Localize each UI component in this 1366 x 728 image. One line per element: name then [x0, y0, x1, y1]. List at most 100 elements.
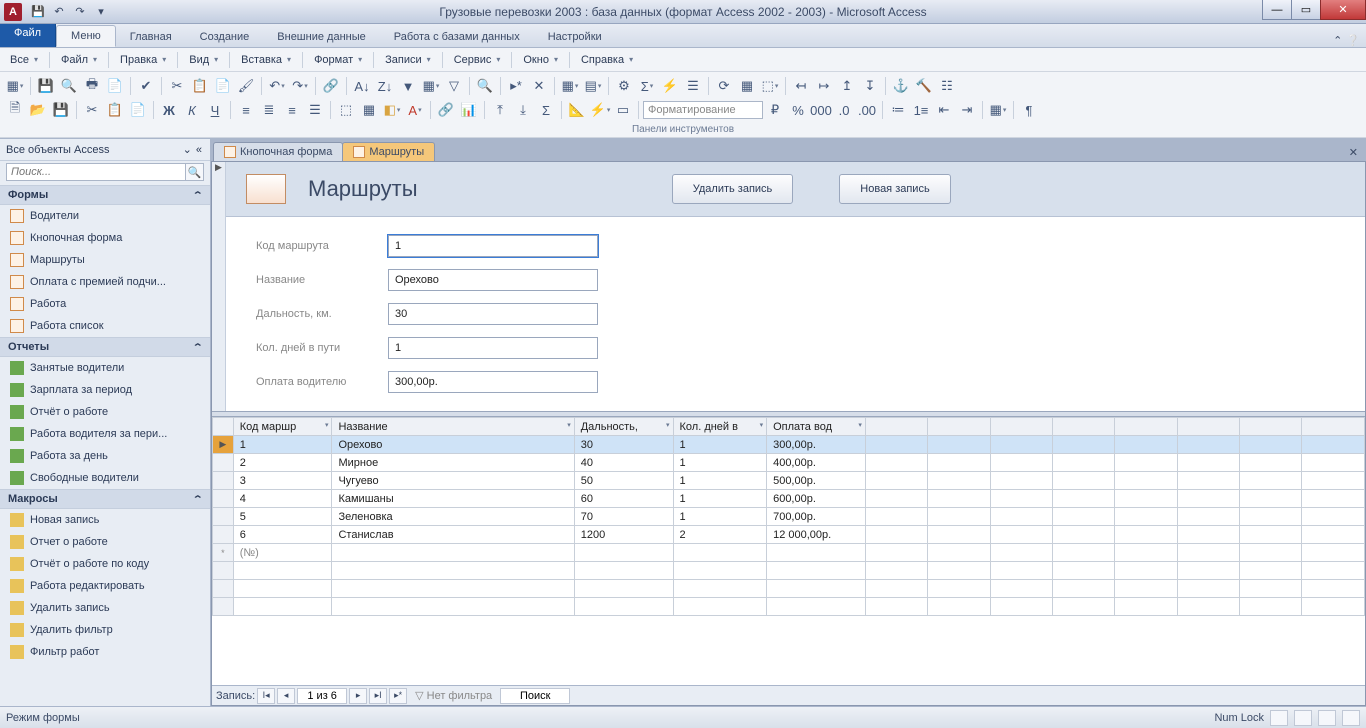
grid-cell-empty[interactable] — [1177, 472, 1239, 490]
recnav-first-button[interactable]: I◂ — [257, 688, 275, 704]
grid-cell-empty[interactable] — [1302, 436, 1365, 454]
column-header-empty[interactable] — [1240, 418, 1302, 436]
column-header-empty[interactable] — [990, 418, 1052, 436]
grid-cell-empty[interactable] — [928, 436, 990, 454]
grid-cell-empty[interactable] — [1052, 490, 1114, 508]
nav-item[interactable]: Маршруты — [0, 249, 210, 271]
grid-cell-empty[interactable] — [1115, 436, 1177, 454]
sortaz-button[interactable]: ⤒ — [489, 99, 511, 121]
view-design-icon[interactable] — [1342, 710, 1360, 726]
nav-header[interactable]: Все объекты Access ⌄ « — [0, 139, 210, 161]
view-button[interactable]: ▦ — [4, 75, 26, 97]
toggle-filter-button[interactable]: ▽ — [443, 75, 465, 97]
nav-item[interactable]: Работа редактировать — [0, 575, 210, 597]
nav-item[interactable]: Работа за день — [0, 445, 210, 467]
view-datasheet-icon[interactable] — [1294, 710, 1312, 726]
grid-cell[interactable]: 40 — [574, 454, 673, 472]
grid-cell-empty[interactable] — [1240, 490, 1302, 508]
column-header-empty[interactable] — [1052, 418, 1114, 436]
grid-cell[interactable]: Станислав — [332, 526, 574, 544]
recnav-last-button[interactable]: ▸I — [369, 688, 387, 704]
grid-cell-empty[interactable] — [1302, 508, 1365, 526]
grid-cell-empty[interactable] — [1115, 490, 1177, 508]
column-header-empty[interactable] — [928, 418, 990, 436]
grid-cell[interactable]: Зеленовка — [332, 508, 574, 526]
grid-cell[interactable]: 1 — [673, 490, 767, 508]
indent-button[interactable]: ⇥ — [956, 99, 978, 121]
delete-record-button[interactable]: Удалить запись — [672, 174, 794, 204]
recnav-search-input[interactable] — [500, 688, 570, 704]
grid-cell-empty[interactable] — [928, 472, 990, 490]
code-button[interactable]: ⚡ — [659, 75, 681, 97]
props-icon[interactable]: ☷ — [936, 75, 958, 97]
underline-button[interactable]: Ч — [204, 99, 226, 121]
field-input[interactable] — [388, 371, 598, 393]
macro-button[interactable]: ⚡ — [589, 99, 611, 121]
dec-dec-button[interactable]: .00 — [856, 99, 878, 121]
new-record-button[interactable]: ▸* — [505, 75, 527, 97]
grid-cell-empty[interactable] — [1115, 544, 1177, 562]
grid-cell-empty[interactable] — [990, 472, 1052, 490]
grid-cell-empty[interactable] — [928, 544, 990, 562]
build-icon[interactable]: 🔨 — [913, 75, 935, 97]
grid-cell-empty[interactable] — [865, 490, 927, 508]
grid-cell-empty[interactable] — [990, 526, 1052, 544]
print-preview-button[interactable]: 📄 — [104, 75, 126, 97]
row-selector[interactable]: ▶ — [213, 436, 234, 454]
column-header-empty[interactable] — [1302, 418, 1365, 436]
align-justify-button[interactable]: ☰ — [304, 99, 326, 121]
cut2-button[interactable]: ✂ — [81, 99, 103, 121]
inc-dec-button[interactable]: .0 — [833, 99, 855, 121]
delete-record-button[interactable]: ✕ — [528, 75, 550, 97]
print-button[interactable]: 🖶 — [81, 75, 103, 97]
grid-cell-empty[interactable] — [1302, 454, 1365, 472]
grid-cell-empty[interactable] — [1302, 526, 1365, 544]
maximize-button[interactable]: ▭ — [1291, 0, 1321, 20]
grid-cell[interactable]: Чугуево — [332, 472, 574, 490]
format-painter-button[interactable]: 🖌 — [235, 75, 257, 97]
merge-button[interactable]: ⬚ — [335, 99, 357, 121]
filter-sel-button[interactable]: ▼ — [397, 75, 419, 97]
grid-cell-empty[interactable] — [1052, 436, 1114, 454]
save-button[interactable]: 💾 — [35, 75, 57, 97]
font-color-button[interactable]: A — [404, 99, 426, 121]
relationships-button[interactable]: ⚙ — [613, 75, 635, 97]
grid-cell[interactable]: 4 — [233, 490, 332, 508]
link-button[interactable]: 🔗 — [320, 75, 342, 97]
recnav-next-button[interactable]: ▸ — [349, 688, 367, 704]
grid-cell-empty[interactable] — [1115, 526, 1177, 544]
undo-button[interactable]: ↶ — [266, 75, 288, 97]
grid-cell-empty[interactable] — [865, 508, 927, 526]
grid-cell-empty[interactable] — [1240, 544, 1302, 562]
record-selector[interactable]: ▶ — [212, 162, 226, 411]
grid-cell[interactable]: (№) — [233, 544, 332, 562]
grid-cell[interactable]: 500,00р. — [767, 472, 866, 490]
menu-help[interactable]: Справка — [575, 51, 639, 69]
grid-cell-empty[interactable] — [1052, 526, 1114, 544]
field-input[interactable] — [388, 269, 598, 291]
grid-cell-empty[interactable] — [928, 526, 990, 544]
nav-item[interactable]: Кнопочная форма — [0, 227, 210, 249]
menu-window[interactable]: Окно — [517, 51, 564, 69]
save2-button[interactable]: 💾 — [50, 99, 72, 121]
formatting-combo[interactable] — [643, 101, 763, 119]
group-button[interactable]: ▦ — [736, 75, 758, 97]
grid-cell-empty[interactable] — [1177, 544, 1239, 562]
nav-item[interactable]: Удалить фильтр — [0, 619, 210, 641]
grid-cell[interactable]: Орехово — [332, 436, 574, 454]
align-left-button[interactable]: ≡ — [235, 99, 257, 121]
align-center-button[interactable]: ≣ — [258, 99, 280, 121]
row-selector-new[interactable]: * — [213, 544, 234, 562]
italic-button[interactable]: К — [181, 99, 203, 121]
column-header[interactable]: Оплата вод▾ — [767, 418, 866, 436]
border2-button[interactable]: ▦ — [987, 99, 1009, 121]
new-record-button[interactable]: Новая запись — [839, 174, 950, 204]
grid-cell-empty[interactable] — [928, 454, 990, 472]
menu-all[interactable]: Все — [4, 51, 44, 69]
align-right-button[interactable]: ≡ — [281, 99, 303, 121]
grid-cell-empty[interactable] — [1177, 526, 1239, 544]
search-button[interactable]: 🔍 — [58, 75, 80, 97]
grid-cell-empty[interactable] — [1240, 526, 1302, 544]
grid-cell-empty[interactable] — [990, 454, 1052, 472]
nav-collapse-icon[interactable]: « — [194, 144, 204, 156]
